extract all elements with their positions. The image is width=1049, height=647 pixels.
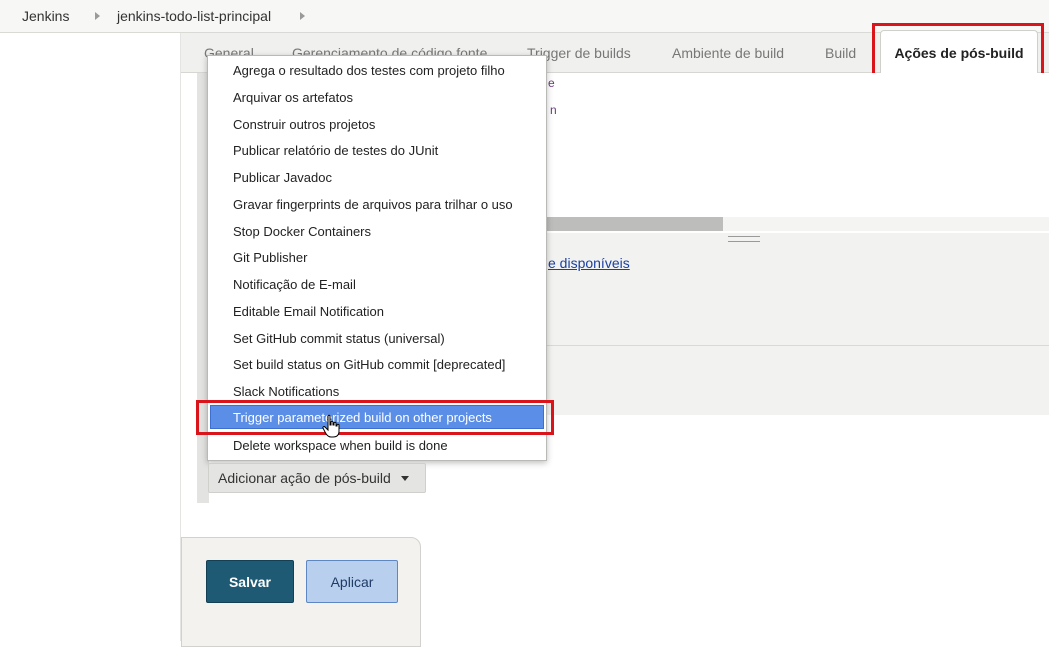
add-post-build-action-button[interactable]: Adicionar ação de pós-build xyxy=(208,463,426,493)
breadcrumb-project[interactable]: jenkins-todo-list-principal xyxy=(117,8,271,24)
menu-item[interactable]: Agrega o resultado dos testes com projet… xyxy=(233,63,505,78)
highlight-box-menu-item xyxy=(196,400,554,435)
menu-item[interactable]: Set build status on GitHub commit [depre… xyxy=(233,357,505,372)
text-fragment: e xyxy=(548,76,555,90)
breadcrumb-jenkins[interactable]: Jenkins xyxy=(22,8,69,24)
save-button[interactable]: Salvar xyxy=(206,560,294,603)
menu-item[interactable]: Gravar fingerprints de arquivos para tri… xyxy=(233,197,513,212)
tab-build[interactable]: Build xyxy=(825,45,856,61)
menu-item[interactable]: Notificação de E-mail xyxy=(233,277,356,292)
menu-item[interactable]: Arquivar os artefatos xyxy=(233,90,353,105)
available-variables-link[interactable]: e disponíveis xyxy=(548,255,630,271)
menu-item[interactable]: Slack Notifications xyxy=(233,384,339,399)
apply-button[interactable]: Aplicar xyxy=(306,560,398,603)
menu-item[interactable]: Construir outros projetos xyxy=(233,117,375,132)
menu-item[interactable]: Git Publisher xyxy=(233,250,307,265)
menu-item[interactable]: Editable Email Notification xyxy=(233,304,384,319)
menu-item[interactable]: Delete workspace when build is done xyxy=(233,438,448,453)
chevron-right-icon[interactable] xyxy=(300,12,305,20)
horizontal-scrollbar-thumb[interactable] xyxy=(540,217,723,231)
menu-item[interactable]: Publicar Javadoc xyxy=(233,170,332,185)
text-fragment: n xyxy=(550,103,557,117)
menu-item[interactable]: Set GitHub commit status (universal) xyxy=(233,331,445,346)
hand-cursor-icon xyxy=(322,414,340,438)
menu-item[interactable]: Stop Docker Containers xyxy=(233,224,371,239)
add-post-build-action-label: Adicionar ação de pós-build xyxy=(218,470,391,486)
tab-build-environment[interactable]: Ambiente de build xyxy=(672,45,784,61)
caret-down-icon xyxy=(400,475,409,481)
left-sidebar xyxy=(0,33,181,641)
chevron-right-icon[interactable] xyxy=(95,12,100,20)
menu-item[interactable]: Publicar relatório de testes do JUnit xyxy=(233,143,438,158)
resize-grip-icon[interactable] xyxy=(728,236,760,242)
